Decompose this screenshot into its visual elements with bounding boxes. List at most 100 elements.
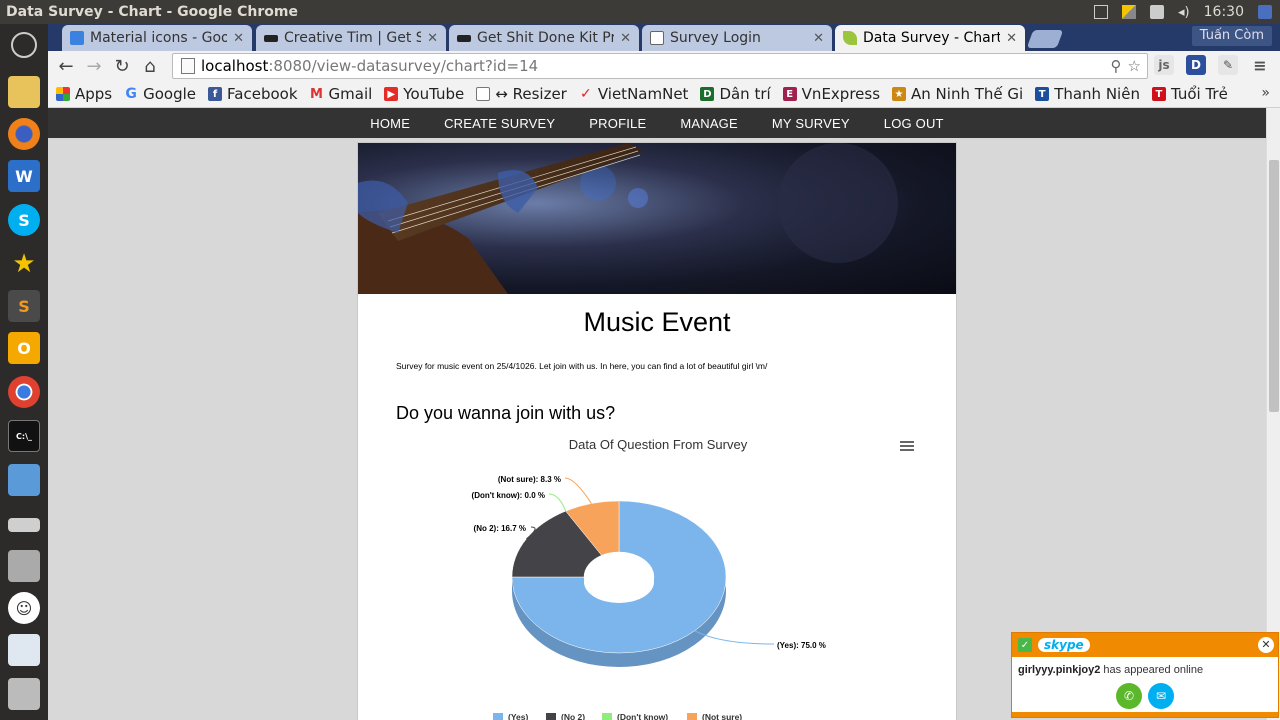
os-top-bar: Data Survey - Chart - Google Chrome ◂) 1… — [0, 0, 1280, 24]
close-icon[interactable]: ✕ — [1006, 31, 1017, 46]
tab-survey-login[interactable]: Survey Login ✕ — [642, 25, 832, 51]
toast-footer — [1012, 712, 1278, 717]
scroll-thumb[interactable] — [1269, 160, 1279, 412]
skype-icon[interactable]: S — [8, 204, 40, 236]
bookmark-youtube[interactable]: ▶ YouTube — [384, 85, 464, 103]
tuoitre-icon: T — [1151, 87, 1166, 101]
menu-icon[interactable]: ≡ — [1250, 55, 1270, 75]
youtube-icon: ▶ — [384, 87, 399, 101]
terminal-icon[interactable]: C:\_ — [8, 420, 40, 452]
anninh-icon: ★ — [892, 87, 907, 101]
page-icon — [476, 87, 491, 101]
tab-creative-tim[interactable]: Creative Tim | Get Sh ✕ — [256, 25, 446, 51]
check-icon: ✓ — [1018, 638, 1032, 652]
nav-create-survey[interactable]: CREATE SURVEY — [444, 116, 555, 131]
nav-log-out[interactable]: LOG OUT — [884, 116, 944, 131]
screen-icon[interactable] — [1094, 5, 1109, 19]
bookmark-gmail[interactable]: M Gmail — [310, 85, 372, 103]
star-icon[interactable]: ★ — [8, 248, 40, 280]
data-label: (Don't know): 0.0 % — [472, 491, 545, 500]
tab-strip: Material icons - Goog ✕ Creative Tim | G… — [48, 24, 1280, 51]
mail-client-icon[interactable]: O — [8, 332, 40, 364]
back-icon[interactable]: ← — [52, 52, 80, 80]
ubuntu-dash-icon[interactable] — [11, 32, 37, 58]
nav-my-survey[interactable]: MY SURVEY — [772, 116, 850, 131]
display-icon[interactable] — [8, 464, 40, 496]
nav-manage[interactable]: MANAGE — [680, 116, 738, 131]
bookmark-facebook[interactable]: f Facebook — [208, 85, 298, 103]
star-icon[interactable]: ☆ — [1128, 57, 1141, 75]
bookmark-google[interactable]: G Google — [124, 85, 196, 103]
tab-material-icons[interactable]: Material icons - Goog ✕ — [62, 25, 252, 51]
more-bookmarks-icon[interactable]: » — [1261, 85, 1270, 101]
survey-card: Music Event Survey for music event on 25… — [357, 142, 957, 720]
call-button[interactable]: ✆ — [1116, 683, 1142, 709]
tab-data-survey-chart[interactable]: Data Survey - Chart ✕ — [835, 25, 1025, 51]
thanhnien-icon: T — [1035, 87, 1050, 101]
forward-icon[interactable]: → — [80, 52, 108, 80]
smiley-icon[interactable]: ☺ — [8, 592, 40, 624]
legend-swatch — [546, 713, 556, 720]
survey-description: Survey for music event on 25/4/1026. Let… — [396, 361, 768, 371]
vietnamnet-icon: ✓ — [579, 86, 592, 102]
mail-icon[interactable] — [1150, 5, 1165, 19]
nav-home[interactable]: HOME — [370, 116, 410, 131]
reload-icon[interactable]: ↻ — [108, 52, 136, 80]
bookmark-vietnamnet[interactable]: ✓ VietNamNet — [579, 85, 688, 103]
volume-icon[interactable]: ◂) — [1178, 5, 1190, 20]
toast-text: has appeared online — [1100, 664, 1204, 676]
sublime-icon[interactable]: S — [8, 290, 40, 322]
session-icon[interactable] — [1258, 5, 1272, 19]
printer-icon[interactable] — [8, 678, 40, 710]
profile-button[interactable]: Tuấn Còm — [1191, 26, 1272, 46]
chart-menu-icon[interactable] — [900, 441, 914, 453]
extensions: js D ✎ ≡ — [1154, 55, 1270, 75]
bookmark-dantri[interactable]: D Dân trí — [700, 85, 771, 103]
dantri-icon: D — [700, 87, 715, 101]
close-icon[interactable]: ✕ — [233, 31, 244, 46]
page-scrollbar[interactable] — [1266, 108, 1280, 720]
new-tab-button[interactable] — [1026, 30, 1064, 48]
survey-title: Music Event — [583, 307, 731, 337]
legend-swatch — [602, 713, 612, 720]
connector-line — [548, 493, 567, 512]
network-icon[interactable] — [1122, 5, 1137, 19]
tab-get-shit-done[interactable]: Get Shit Done Kit Pro ✕ — [449, 25, 639, 51]
js-extension-icon[interactable]: js — [1154, 55, 1174, 75]
close-icon[interactable]: ✕ — [1258, 637, 1274, 653]
launcher: W S ★ S O C:\_ ☺ — [0, 24, 48, 720]
legend-label: (Yes) — [508, 712, 528, 720]
files-icon[interactable] — [8, 76, 40, 108]
pie-chart: (Yes): 75.0 % (No 2): 16.7 % (Don't know):… — [472, 475, 826, 720]
chart-container: Data Of Question From Survey (Yes): 75.0… — [396, 433, 920, 720]
chrome-icon[interactable] — [8, 376, 40, 408]
close-icon[interactable]: ✕ — [427, 31, 438, 46]
bookmark-apps[interactable]: Apps — [56, 85, 112, 103]
data-label: (Not sure): 8.3 % — [498, 475, 561, 484]
clock[interactable]: 16:30 — [1204, 4, 1244, 20]
close-icon[interactable]: ✕ — [620, 31, 631, 46]
d-extension-icon[interactable]: D — [1186, 55, 1206, 75]
bookmark-resizer[interactable]: ↔ Resizer — [476, 85, 567, 103]
workbench-icon[interactable] — [8, 634, 40, 666]
archive-icon[interactable] — [8, 550, 40, 582]
nav-profile[interactable]: PROFILE — [589, 116, 646, 131]
address-bar[interactable]: localhost:8080/view-datasurvey/chart?id=… — [172, 53, 1148, 79]
bookmark-tuoitre[interactable]: T Tuổi Trẻ — [1151, 85, 1228, 103]
bookmark-thanhnien[interactable]: T Thanh Niên — [1035, 85, 1140, 103]
home-icon[interactable]: ⌂ — [136, 52, 164, 80]
bookmark-vnexpress[interactable]: E VnExpress — [782, 85, 880, 103]
bookmark-anninh[interactable]: ★ An Ninh Thế Gi — [892, 85, 1023, 103]
chat-button[interactable]: ✉ — [1148, 683, 1174, 709]
page-icon — [650, 31, 664, 45]
skype-notification: ✓ skype ✕ girlyyy.pinkjoy2 has appeared … — [1011, 632, 1279, 718]
search-icon[interactable]: ⚲ — [1111, 57, 1122, 75]
question-title: Do you wanna join with us? — [396, 403, 616, 423]
toast-message: girlyyy.pinkjoy2 has appeared online — [1012, 657, 1278, 676]
writer-icon[interactable]: W — [8, 160, 40, 192]
url-path: :8080/view-datasurvey/chart?id=14 — [268, 57, 539, 75]
eyedropper-icon[interactable]: ✎ — [1218, 55, 1238, 75]
firefox-icon[interactable] — [8, 118, 40, 150]
drive-icon[interactable] — [8, 518, 40, 532]
close-icon[interactable]: ✕ — [813, 31, 824, 46]
